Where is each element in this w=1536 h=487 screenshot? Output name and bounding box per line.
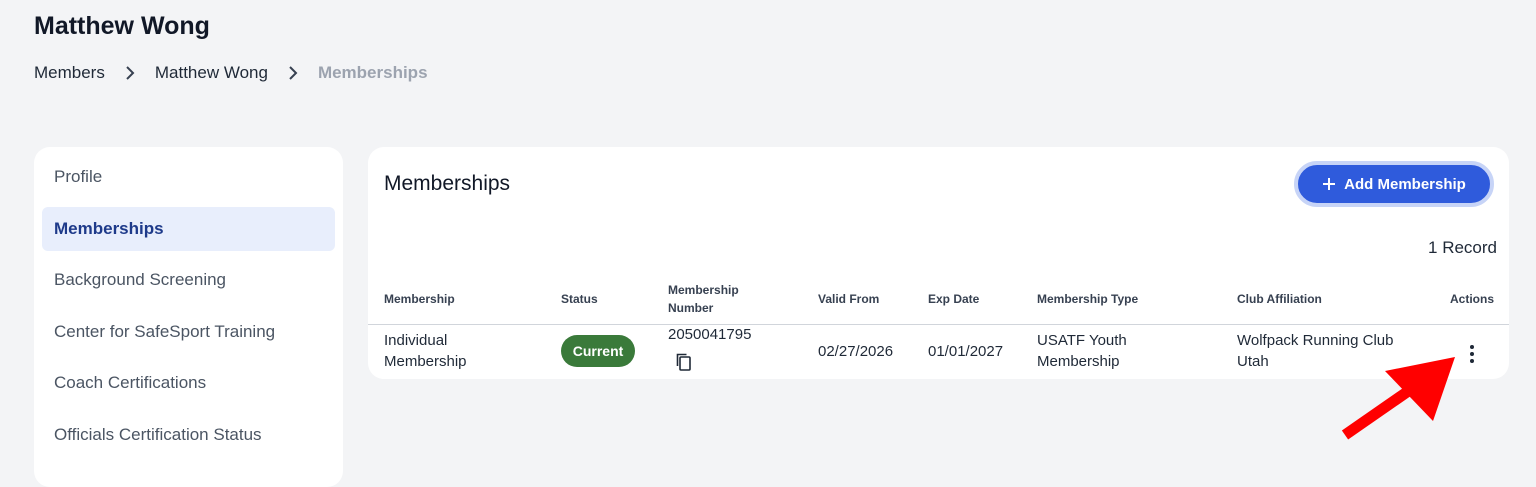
status-badge: Current bbox=[561, 335, 635, 367]
sidebar-item-memberships[interactable]: Memberships bbox=[42, 207, 335, 251]
table-header-divider bbox=[368, 324, 1509, 325]
chevron-right-icon bbox=[268, 65, 318, 81]
cell-membership-type: USATF Youth Membership bbox=[1037, 332, 1127, 370]
card-title: Memberships bbox=[384, 172, 511, 195]
sidebar-item-label: Officials Certification Status bbox=[54, 425, 262, 444]
sidebar-item-label: Center for SafeSport Training bbox=[54, 322, 276, 341]
add-membership-label: Add Membership bbox=[1344, 175, 1466, 193]
sidebar-item-label: Coach Certifications bbox=[54, 373, 207, 392]
breadcrumb-item-members[interactable]: Members bbox=[34, 62, 105, 84]
sidebar-item-label: Memberships bbox=[54, 219, 164, 238]
plus-icon bbox=[1322, 177, 1336, 191]
breadcrumb-item-current: Memberships bbox=[317, 63, 428, 82]
sidebar-item-background-screening[interactable]: Background Screening bbox=[42, 258, 335, 302]
record-count: 1 Record bbox=[1428, 238, 1497, 257]
column-header-membership-type: Membership Type bbox=[1037, 292, 1139, 306]
column-header-club-affiliation: Club Affiliation bbox=[1237, 292, 1322, 306]
column-header-exp-date: Exp Date bbox=[928, 292, 980, 306]
red-arrow-annotation bbox=[1341, 357, 1455, 440]
breadcrumb: Members Matthew Wong Memberships bbox=[34, 62, 428, 84]
cell-valid-from: 02/27/2026 bbox=[818, 343, 894, 360]
sidebar-item-label: Background Screening bbox=[54, 270, 227, 289]
sidebar-item-officials-certification[interactable]: Officials Certification Status bbox=[42, 413, 335, 457]
column-header-valid-from: Valid From bbox=[818, 292, 880, 306]
breadcrumb-item-member[interactable]: Matthew Wong bbox=[155, 62, 268, 84]
add-membership-button[interactable]: Add Membership bbox=[1294, 161, 1494, 207]
page-title: Matthew Wong bbox=[34, 12, 210, 40]
column-header-membership-number: Membership Number bbox=[668, 283, 739, 315]
cell-exp-date: 01/01/2027 bbox=[928, 343, 1004, 360]
column-header-actions: Actions bbox=[1450, 292, 1495, 306]
copy-icon[interactable] bbox=[674, 352, 694, 372]
sidebar-item-profile[interactable]: Profile bbox=[42, 155, 335, 199]
chevron-right-icon bbox=[105, 65, 155, 81]
sidebar-item-safesport-training[interactable]: Center for SafeSport Training bbox=[42, 310, 335, 354]
sidebar: Profile Memberships Background Screening… bbox=[34, 147, 343, 487]
sidebar-item-coach-certifications[interactable]: Coach Certifications bbox=[42, 361, 335, 405]
cell-membership: Individual Membership bbox=[384, 332, 467, 370]
column-header-status: Status bbox=[561, 292, 598, 306]
sidebar-item-label: Profile bbox=[54, 167, 103, 186]
column-header-membership: Membership bbox=[384, 292, 455, 306]
cell-membership-number: 2050041795 bbox=[668, 326, 752, 343]
